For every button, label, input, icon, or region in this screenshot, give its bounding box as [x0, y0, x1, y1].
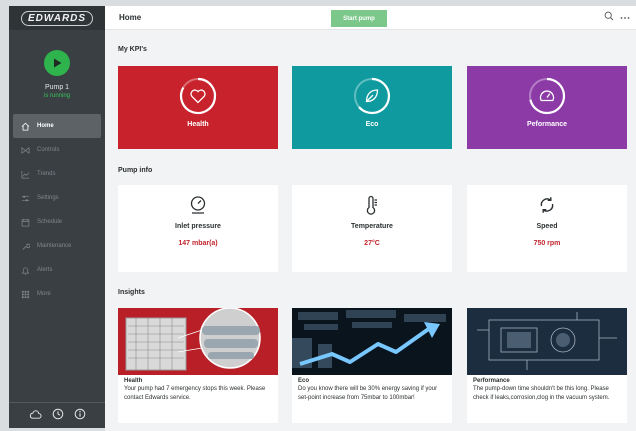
pump-status: is running	[43, 93, 70, 99]
performance-ring	[529, 77, 566, 115]
kpi-section-title: My KPI's	[118, 46, 147, 53]
sidebar-item-home[interactable]: Home	[13, 114, 101, 138]
insight-image-eco	[292, 308, 452, 375]
play-icon[interactable]	[44, 50, 70, 76]
insight-card-performance[interactable]: Performance The pump-down time shouldn't…	[467, 308, 627, 423]
insight-heading: Eco	[298, 378, 310, 384]
sidebar-item-label: Trends	[37, 171, 56, 177]
controls-icon	[19, 145, 31, 155]
top-bar: Home Start pump	[105, 6, 636, 30]
sidebar-item-label: Controls	[37, 147, 60, 153]
trends-icon	[19, 169, 31, 179]
info-icon[interactable]	[74, 407, 86, 425]
kpi-label: Eco	[365, 121, 379, 128]
kpi-card-eco[interactable]: Eco	[292, 66, 452, 149]
pump-info-section-title: Pump info	[118, 167, 153, 174]
pump-name: Pump 1	[44, 84, 70, 91]
sidebar-item-label: Alerts	[37, 267, 53, 273]
insight-heading: Health	[124, 378, 143, 384]
sidebar-item-alerts[interactable]: Alerts	[9, 258, 105, 282]
grid-icon	[19, 289, 31, 299]
sidebar-item-controls[interactable]: Controls	[9, 138, 105, 162]
kpi-label: Peformance	[526, 121, 568, 128]
wrench-icon	[19, 241, 31, 251]
top-actions	[604, 11, 630, 23]
insight-card-eco[interactable]: Eco Do you know there will be 30% energy…	[292, 308, 452, 423]
insight-heading: Performance	[473, 378, 510, 384]
main-content: Home Start pump My KPI's Health Eco Pefo…	[105, 6, 636, 431]
info-value: 750 rpm	[533, 240, 561, 247]
gauge-icon	[539, 90, 555, 102]
sidebar-item-label: More	[37, 291, 51, 297]
sidebar-nav: Home Controls Trends Settings Schedule M…	[9, 114, 105, 306]
brand-logo: EDWARDS	[9, 6, 105, 30]
pump-status-panel: Pump 1 is running	[9, 30, 105, 112]
settings-icon	[19, 193, 31, 203]
leaf-icon	[365, 89, 379, 103]
insight-text: Do you know there will be 30% energy sav…	[298, 386, 438, 401]
start-pump-button[interactable]: Start pump	[331, 10, 387, 27]
sidebar-item-more[interactable]: More	[9, 282, 105, 306]
page-title: Home	[119, 13, 142, 22]
home-icon	[19, 121, 31, 131]
bell-icon	[19, 265, 31, 275]
insight-text: Your pump had 7 emergency stops this wee…	[124, 386, 266, 401]
insight-card-health[interactable]: Health Your pump had 7 emergency stops t…	[118, 308, 278, 423]
sidebar-item-label: Home	[37, 123, 54, 129]
brand-name: EDWARDS	[20, 10, 94, 26]
sidebar-item-label: Schedule	[37, 219, 63, 225]
insight-image-health	[118, 308, 278, 375]
sidebar-item-label: Settings	[37, 195, 59, 201]
kpi-label: Health	[187, 121, 209, 128]
pressure-gauge-icon	[190, 196, 206, 214]
info-card-inlet-pressure[interactable]: Inlet pressure 147 mbar(a)	[118, 185, 278, 272]
calendar-icon	[19, 217, 31, 227]
refresh-icon	[540, 197, 554, 213]
sidebar-item-maintenance[interactable]: Maintenance	[9, 234, 105, 258]
sidebar-item-settings[interactable]: Settings	[9, 186, 105, 210]
info-label: Speed	[536, 223, 558, 230]
health-ring	[179, 77, 217, 115]
more-icon[interactable]	[620, 12, 630, 22]
eco-ring	[354, 77, 391, 115]
insights-section-title: Insights	[118, 289, 145, 296]
insight-image-performance	[467, 308, 627, 375]
kpi-card-performance[interactable]: Peformance	[467, 66, 627, 149]
clock-icon[interactable]	[52, 407, 64, 425]
kpi-card-health[interactable]: Health	[118, 66, 278, 149]
info-value: 27°C	[364, 240, 380, 247]
info-card-temperature[interactable]: Temperature 27°C	[292, 185, 452, 272]
insight-text: The pump-down time shouldn't be this lon…	[473, 386, 610, 401]
heart-icon	[190, 89, 206, 104]
sidebar-item-trends[interactable]: Trends	[9, 162, 105, 186]
sidebar-item-schedule[interactable]: Schedule	[9, 210, 105, 234]
info-label: Inlet pressure	[175, 223, 221, 230]
info-label: Temperature	[351, 223, 393, 230]
info-value: 147 mbar(a)	[178, 240, 218, 247]
info-card-speed[interactable]: Speed 750 rpm	[467, 185, 627, 272]
thermometer-icon	[366, 195, 377, 215]
search-icon[interactable]	[604, 11, 614, 23]
cloud-icon[interactable]	[29, 407, 42, 425]
sidebar-footer	[9, 402, 105, 428]
sidebar: EDWARDS Pump 1 is running Home Controls	[9, 6, 105, 428]
sidebar-item-label: Maintenance	[37, 243, 72, 249]
